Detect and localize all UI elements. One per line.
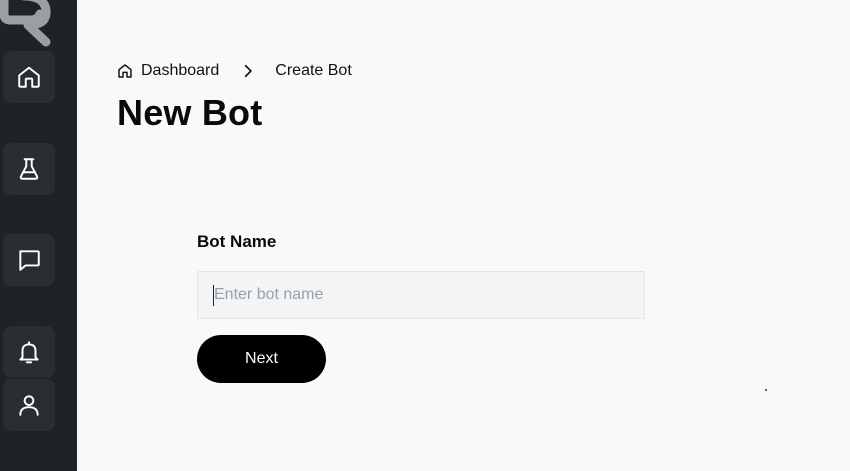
chevron-right-icon [241, 64, 255, 78]
user-icon [19, 395, 39, 416]
bot-name-label: Bot Name [197, 232, 277, 251]
breadcrumb-current: Create Bot [275, 62, 352, 79]
breadcrumb: Dashboard Create Bot [117, 62, 352, 80]
text-caret [213, 285, 214, 306]
nav-bell-button[interactable] [3, 326, 55, 378]
breadcrumb-dashboard-link[interactable]: Dashboard [117, 62, 219, 80]
home-icon [18, 66, 40, 88]
nav-chat-button[interactable] [3, 234, 55, 286]
decorative-dot [765, 389, 767, 391]
home-icon [118, 64, 132, 78]
nav-home-button[interactable] [3, 51, 55, 103]
bot-name-input[interactable] [197, 271, 645, 319]
next-button[interactable]: Next [197, 335, 326, 383]
nav-flask-button[interactable] [3, 143, 55, 195]
chat-icon [19, 250, 40, 271]
bell-icon [19, 341, 39, 364]
main-content: Dashboard Create Bot New Bot Bot Name Ne… [77, 0, 850, 471]
breadcrumb-dashboard-label: Dashboard [141, 62, 220, 79]
nav-profile-button[interactable] [3, 379, 55, 431]
page-title: New Bot [117, 92, 263, 133]
flask-icon [19, 158, 39, 180]
sidebar [0, 0, 77, 471]
r-logo-icon[interactable] [0, 0, 60, 50]
